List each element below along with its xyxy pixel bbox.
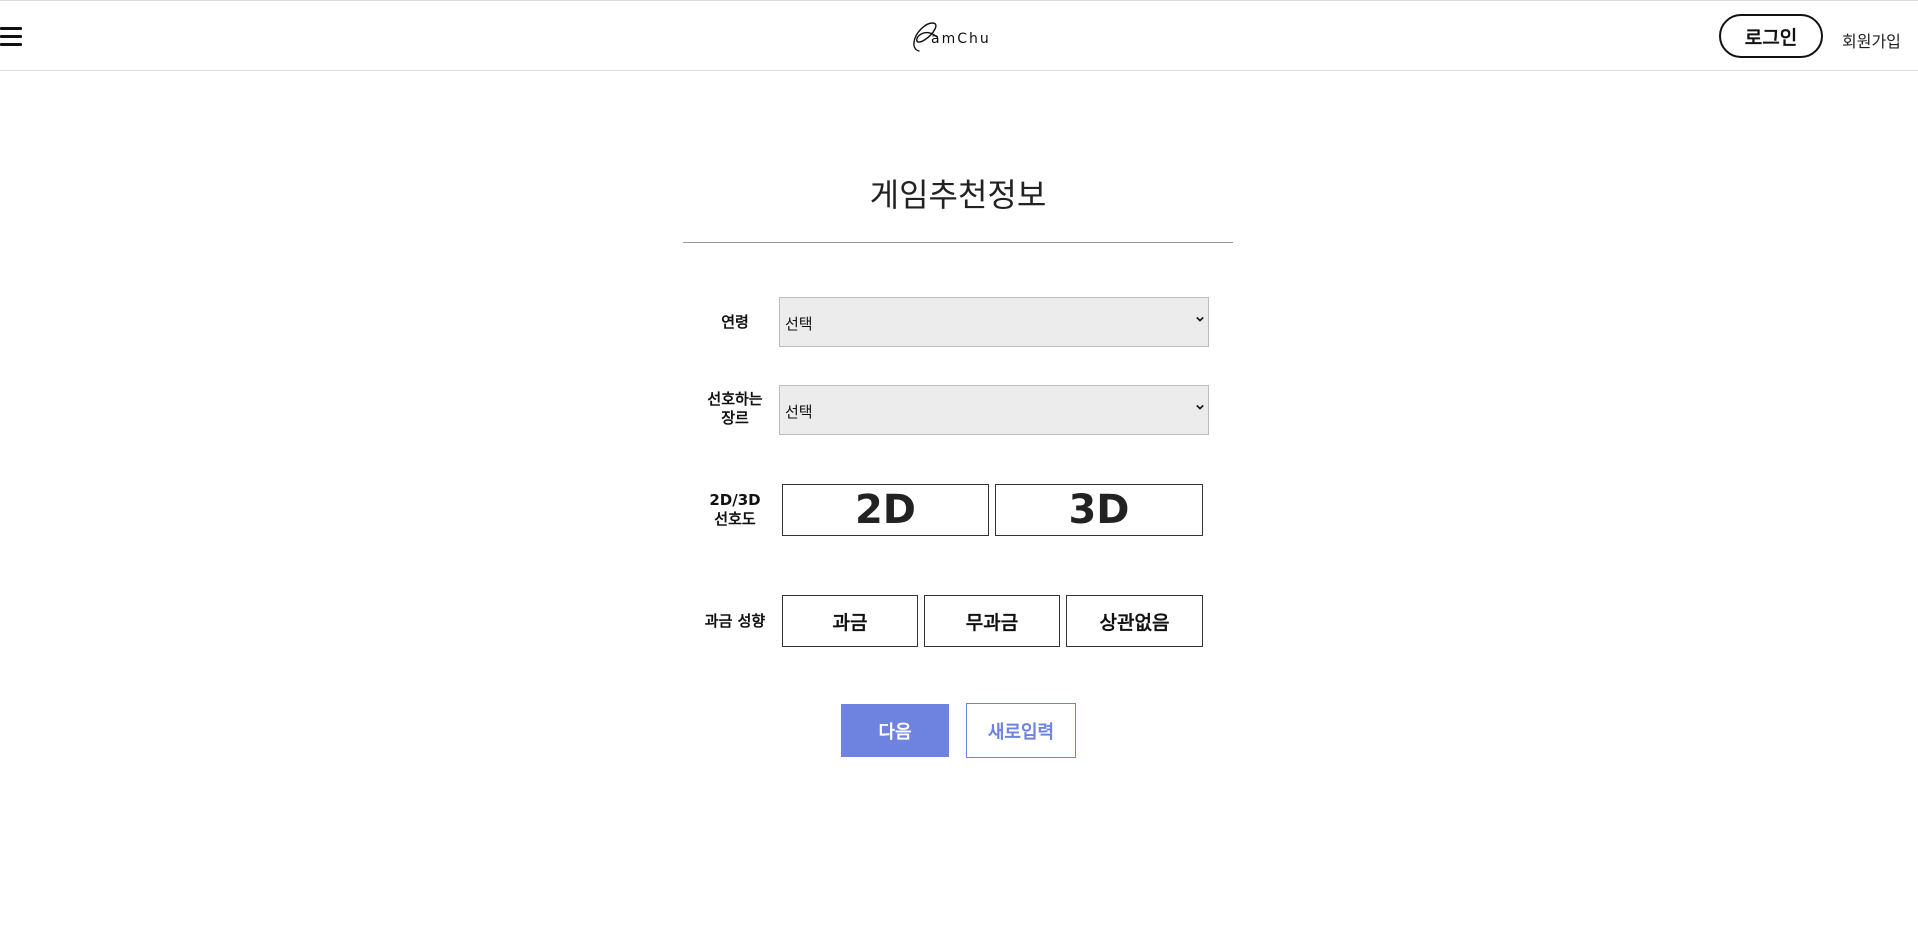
genre-label-line1: 선호하는 <box>707 390 763 408</box>
top-header: amChu 로그인 회원가입 <box>0 0 1918 71</box>
site-logo[interactable]: amChu <box>909 15 1005 55</box>
dimension-label: 2D/3D 선호도 <box>700 491 770 529</box>
option-free-button[interactable]: 무과금 <box>924 595 1060 647</box>
age-select-value: 선택 <box>785 315 813 333</box>
next-button[interactable]: 다음 <box>841 704 949 757</box>
logo-text: amChu <box>931 31 991 47</box>
payment-label: 과금 성향 <box>704 612 766 630</box>
option-paid-button[interactable]: 과금 <box>782 595 918 647</box>
option-any-button[interactable]: 상관없음 <box>1066 595 1203 647</box>
option-3d-button[interactable]: 3D <box>995 484 1203 536</box>
option-2d-button[interactable]: 2D <box>782 484 989 536</box>
title-divider <box>683 242 1233 243</box>
chevron-down-icon <box>1196 404 1204 410</box>
dimension-label-line1: 2D/3D <box>709 491 761 509</box>
page: amChu 로그인 회원가입 게임추천정보 연령 선택 선호하는 장르 선택 2… <box>0 0 1918 938</box>
genre-label-line2: 장르 <box>721 409 749 427</box>
chevron-down-icon <box>1196 316 1204 322</box>
signup-link[interactable]: 회원가입 <box>1842 28 1901 52</box>
genre-select-value: 선택 <box>785 403 813 421</box>
hamburger-menu-icon[interactable] <box>0 27 24 51</box>
genre-label: 선호하는 장르 <box>694 390 776 428</box>
login-button[interactable]: 로그인 <box>1719 14 1823 58</box>
dimension-label-line2: 선호도 <box>714 510 756 528</box>
reset-button[interactable]: 새로입력 <box>966 703 1076 758</box>
genre-select[interactable]: 선택 <box>779 385 1209 435</box>
age-select[interactable]: 선택 <box>779 297 1209 347</box>
page-title: 게임추천정보 <box>869 176 1047 214</box>
age-label: 연령 <box>721 313 749 331</box>
